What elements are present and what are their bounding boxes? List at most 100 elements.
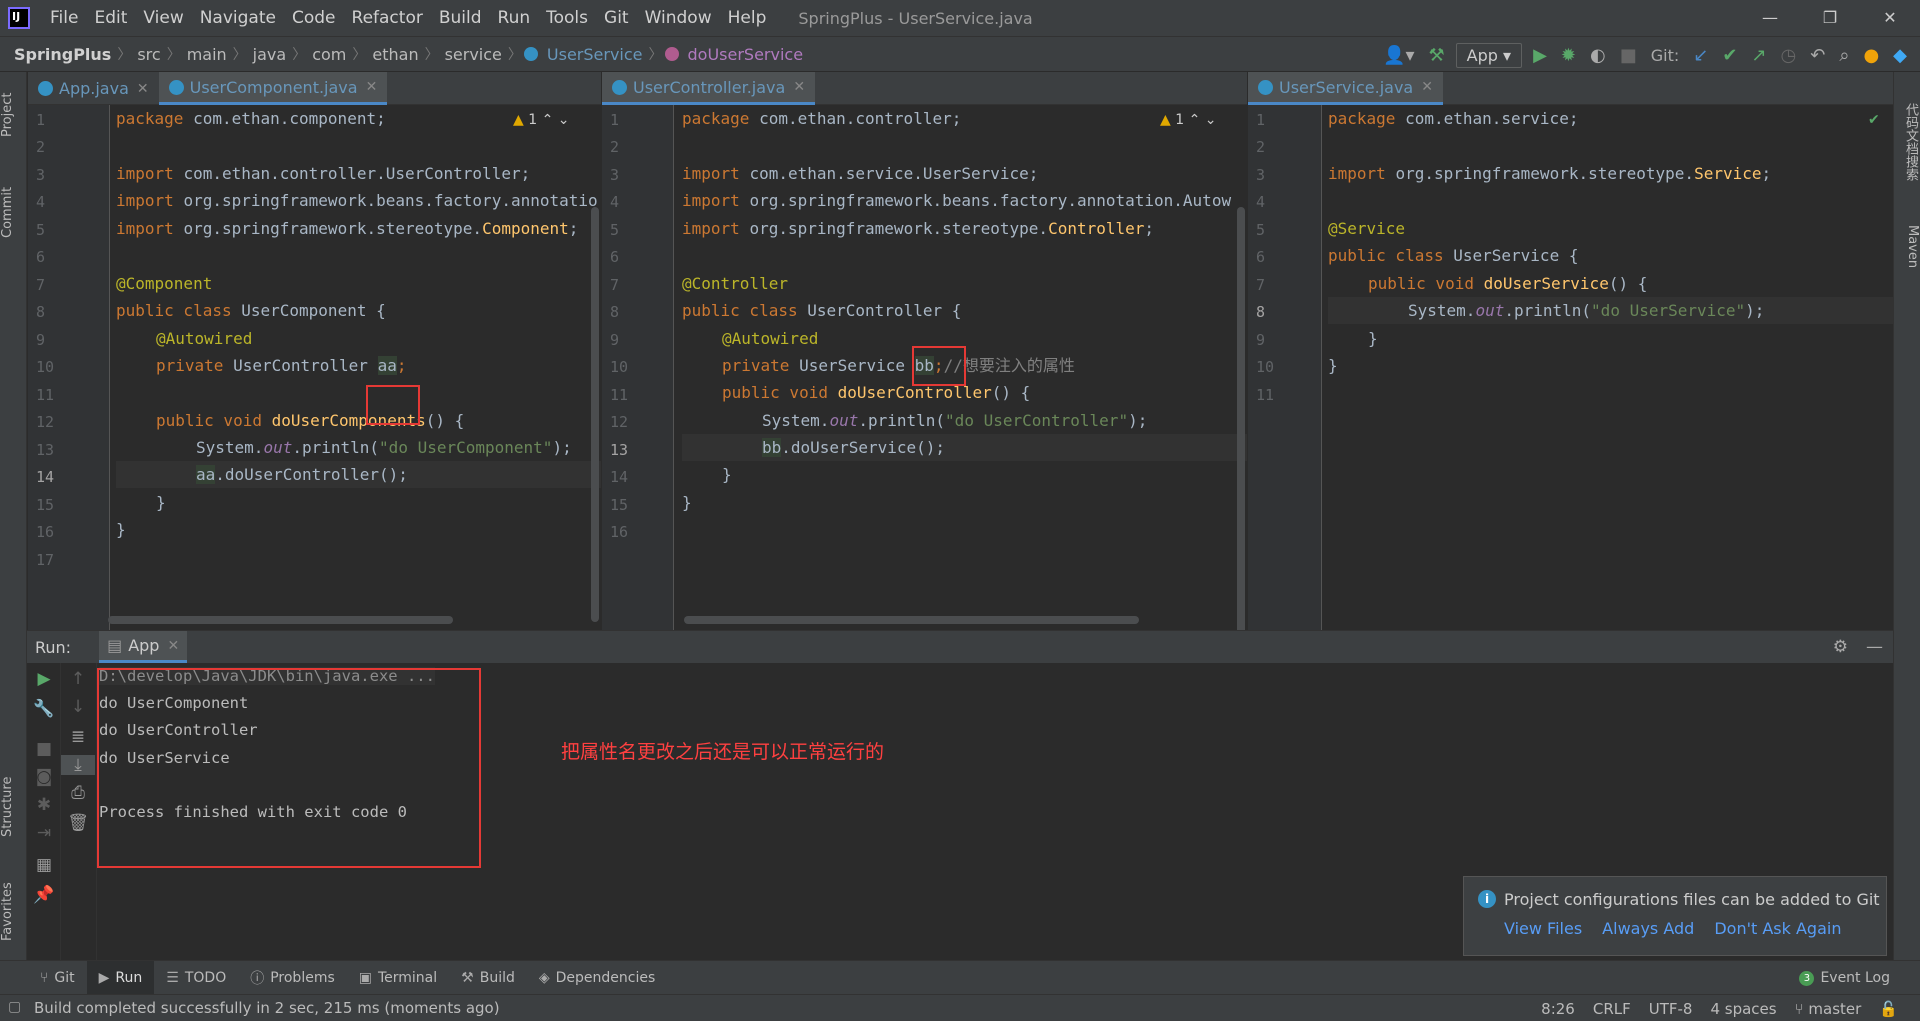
menu-code[interactable]: Code: [284, 8, 344, 28]
view-files-link[interactable]: View Files: [1504, 919, 1582, 938]
git-branch[interactable]: ⑂ master: [1795, 1000, 1862, 1018]
favorites-tool-tab[interactable]: Favorites: [0, 872, 27, 952]
event-log-tab[interactable]: 3 Event Log: [1799, 961, 1890, 995]
menu-git[interactable]: Git: [596, 8, 637, 28]
git-commit-icon[interactable]: ✔: [1719, 45, 1740, 66]
git-push-icon[interactable]: ↗: [1748, 45, 1769, 66]
tab-user-component-java[interactable]: UserComponent.java ✕: [158, 72, 388, 105]
tool-tab-todo[interactable]: ☰ TODO: [154, 961, 238, 995]
vertical-scrollbar[interactable]: [591, 207, 599, 622]
print-icon[interactable]: ⎙: [61, 783, 95, 803]
doc-search-tool-tab[interactable]: 代码文档搜索: [1893, 82, 1920, 202]
caret-position[interactable]: 8:26: [1541, 1000, 1575, 1018]
structure-tool-tab[interactable]: Structure: [0, 762, 27, 852]
menu-build[interactable]: Build: [431, 8, 490, 28]
tab-user-service-java[interactable]: UserService.java ✕: [1248, 72, 1443, 105]
lock-icon[interactable]: 🔓: [1879, 1000, 1898, 1018]
minimize-button[interactable]: —: [1740, 0, 1800, 36]
stop-icon[interactable]: ■: [27, 739, 61, 759]
settings-gear-icon[interactable]: ⚙: [1833, 637, 1848, 657]
soft-wrap-icon[interactable]: ≣: [61, 727, 95, 747]
file-encoding[interactable]: UTF-8: [1649, 1000, 1693, 1018]
menu-refactor[interactable]: Refactor: [344, 8, 431, 28]
commit-tool-tab[interactable]: Commit: [0, 172, 27, 252]
vertical-scrollbar[interactable]: [1237, 207, 1245, 630]
down-arrow-icon[interactable]: ↓: [61, 697, 95, 717]
close-tab-icon[interactable]: ✕: [1421, 79, 1433, 95]
stop-icon[interactable]: ■: [1617, 45, 1640, 66]
wrench-icon[interactable]: 🔧: [27, 699, 61, 719]
code-editor-user-component[interactable]: package com.ethan.component; import com.…: [116, 105, 601, 630]
exit-icon[interactable]: ⇥: [27, 823, 61, 843]
status-message: Build completed successfully in 2 sec, 2…: [34, 999, 500, 1017]
tool-tab-dependencies[interactable]: ◈ Dependencies: [527, 961, 667, 995]
code-line: }: [1368, 329, 1378, 348]
maven-tool-tab[interactable]: Maven: [1893, 212, 1920, 282]
menu-view[interactable]: View: [135, 8, 191, 28]
close-tab-icon[interactable]: ✕: [366, 79, 378, 95]
horizontal-scrollbar[interactable]: [108, 616, 453, 624]
camera-icon[interactable]: ◙: [27, 767, 61, 787]
horizontal-scrollbar[interactable]: [684, 616, 1139, 624]
project-tool-tab[interactable]: Project: [0, 80, 27, 150]
hide-panel-icon[interactable]: —: [1866, 637, 1883, 657]
code-editor-user-service[interactable]: package com.ethan.service; import org.sp…: [1328, 105, 1893, 630]
breadcrumb-java[interactable]: java: [249, 45, 291, 64]
restore-button[interactable]: ❐: [1800, 0, 1860, 36]
build-hammer-icon[interactable]: ⚒: [1426, 45, 1448, 66]
coverage-icon[interactable]: ◐: [1587, 45, 1609, 66]
line-separator[interactable]: CRLF: [1593, 1000, 1631, 1018]
pin-icon[interactable]: 📌: [27, 885, 61, 905]
breadcrumb-project[interactable]: SpringPlus: [0, 45, 115, 64]
run-tab-app[interactable]: ▤ App ✕: [99, 631, 188, 663]
breadcrumb-separator-icon: 〉: [424, 47, 439, 63]
tool-tab-run[interactable]: ▶ Run: [86, 960, 155, 995]
menu-edit[interactable]: Edit: [86, 8, 135, 28]
git-update-icon[interactable]: ↙: [1690, 45, 1711, 66]
close-tab-icon[interactable]: ✕: [167, 638, 179, 654]
run-configuration-select[interactable]: App ▾: [1455, 42, 1523, 68]
breadcrumb-method[interactable]: doUserService: [684, 45, 808, 64]
close-window-button[interactable]: ✕: [1860, 0, 1920, 36]
run-icon[interactable]: ▶: [1530, 45, 1550, 66]
indent-setting[interactable]: 4 spaces: [1710, 1000, 1776, 1018]
code-line: }: [1328, 356, 1338, 375]
breadcrumb-com[interactable]: com: [308, 45, 350, 64]
tool-tab-build[interactable]: ⚒ Build: [449, 961, 527, 995]
menu-tools[interactable]: Tools: [538, 8, 596, 28]
breadcrumb-class[interactable]: UserService: [543, 45, 647, 64]
bug-icon[interactable]: ✱: [27, 795, 61, 815]
search-everywhere-icon[interactable]: ⌕: [1836, 45, 1852, 66]
breadcrumb-ethan[interactable]: ethan: [368, 45, 422, 64]
tool-tab-terminal[interactable]: ▣ Terminal: [347, 961, 449, 995]
menu-navigate[interactable]: Navigate: [192, 8, 284, 28]
close-tab-icon[interactable]: ✕: [137, 81, 149, 97]
breadcrumb-src[interactable]: src: [133, 45, 164, 64]
debug-icon[interactable]: ✹: [1558, 45, 1579, 66]
scroll-to-end-icon[interactable]: ⤓: [61, 755, 95, 775]
layout-icon[interactable]: ▦: [27, 855, 61, 875]
git-history-icon[interactable]: ◷: [1778, 45, 1800, 66]
breadcrumb-service[interactable]: service: [441, 45, 506, 64]
menu-run[interactable]: Run: [490, 8, 539, 28]
user-icon[interactable]: 👤▾: [1380, 45, 1417, 66]
tab-app-java[interactable]: App.java ✕: [28, 72, 159, 105]
breadcrumb-main[interactable]: main: [183, 45, 231, 64]
status-square-icon[interactable]: ▢: [8, 999, 21, 1015]
menu-file[interactable]: File: [42, 8, 86, 28]
rerun-icon[interactable]: ▶: [27, 669, 61, 689]
menu-window[interactable]: Window: [637, 8, 720, 28]
close-tab-icon[interactable]: ✕: [793, 79, 805, 95]
update-icon[interactable]: ●: [1860, 45, 1882, 66]
method-icon: [664, 47, 679, 61]
up-arrow-icon[interactable]: ↑: [61, 669, 95, 689]
menu-help[interactable]: Help: [720, 8, 775, 28]
tab-user-controller-java[interactable]: UserController.java ✕: [602, 72, 816, 105]
tool-tab-problems[interactable]: ⓘ Problems: [238, 961, 347, 995]
always-add-link[interactable]: Always Add: [1602, 919, 1694, 938]
tool-tab-git[interactable]: ⑂ Git: [28, 961, 87, 995]
dont-ask-again-link[interactable]: Don't Ask Again: [1714, 919, 1841, 938]
trash-icon[interactable]: 🗑: [61, 813, 95, 833]
jetbrains-toolbox-icon[interactable]: ◆: [1890, 45, 1910, 66]
rollback-icon[interactable]: ↶: [1807, 45, 1828, 66]
